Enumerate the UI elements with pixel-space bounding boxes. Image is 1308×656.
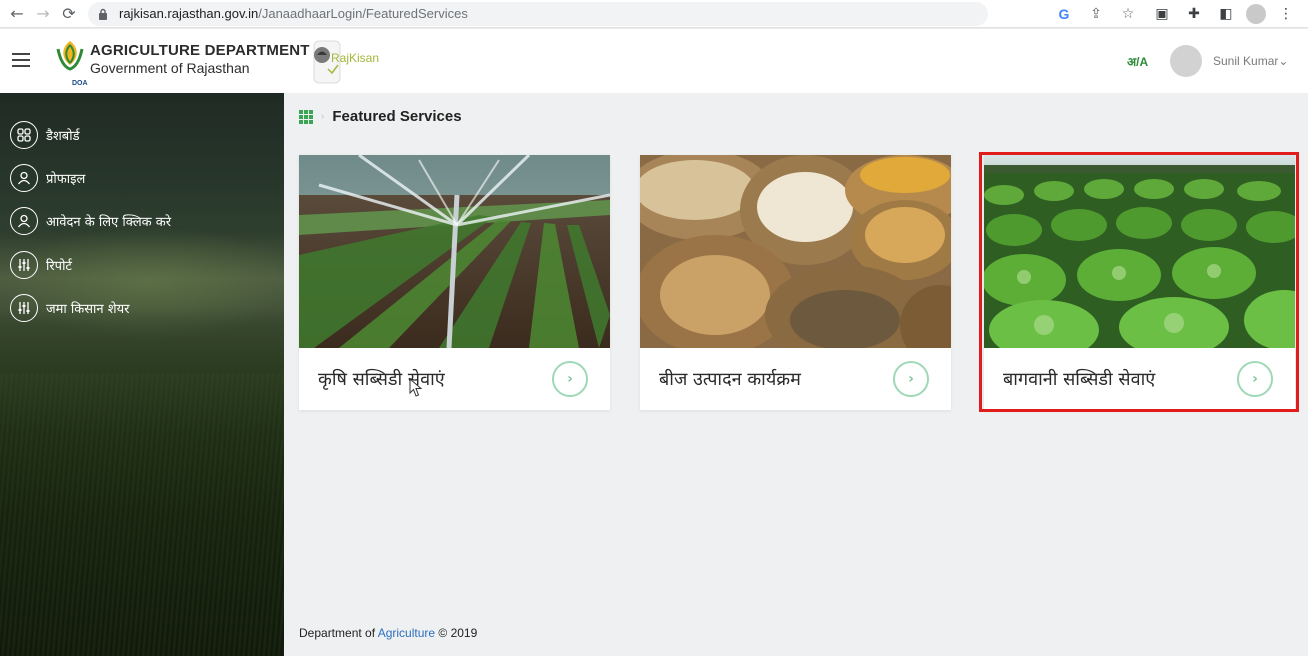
puzzle-icon[interactable]: ✚ (1182, 2, 1206, 26)
extension-icon[interactable]: ▣ (1150, 2, 1174, 26)
apps-grid-icon[interactable] (299, 109, 313, 124)
kebab-menu-icon[interactable]: ⋮ (1274, 2, 1298, 26)
sidebar-item-dashboard[interactable]: डैशबोर्ड (10, 121, 80, 149)
app-header: DOA AGRICULTURE DEPARTMENT Government of… (0, 29, 1308, 93)
rajkisan-label: RajKisan (331, 51, 380, 65)
service-card-agri-subsidy[interactable]: कृषि सब्सिडी सेवाएं › (299, 155, 610, 410)
breadcrumb: › Featured Services (299, 108, 462, 125)
chevron-right-icon[interactable]: › (893, 361, 929, 397)
sidebar: डैशबोर्ड प्रोफाइल आवेदन के लिए क्लिक करे… (0, 93, 284, 656)
footer-copyright: Department of Agriculture © 2019 (299, 626, 477, 640)
department-subtitle: Government of Rajasthan (90, 60, 250, 76)
url-path: /JanaadhaarLogin/FeaturedServices (258, 6, 468, 21)
logo-badge: DOA (72, 80, 88, 87)
main-content: › Featured Services कृषि सब्सिडी सेवाएं … (284, 93, 1308, 656)
address-bar[interactable]: rajkisan.rajasthan.gov.in/JanaadhaarLogi… (88, 1, 988, 26)
page-title: Featured Services (332, 108, 462, 125)
department-title: AGRICULTURE DEPARTMENT (90, 42, 310, 59)
user-avatar[interactable] (1170, 45, 1202, 77)
sidebar-item-label: जमा किसान शेयर (46, 302, 130, 317)
language-toggle[interactable]: अ/A (1127, 53, 1148, 70)
sidebar-item-label: डैशबोर्ड (46, 129, 80, 144)
sidebar-item-report[interactable]: रिपोर्ट (10, 251, 72, 279)
chevron-right-icon[interactable]: › (552, 361, 588, 397)
hamburger-menu-icon[interactable] (12, 53, 30, 67)
card-image-seed-sacks (640, 155, 951, 348)
sidebar-background-grass (0, 373, 284, 656)
browser-toolbar: ← → ⟳ rajkisan.rajasthan.gov.in/Janaadha… (0, 0, 1308, 28)
user-menu[interactable]: Sunil Kumar⌄ (1213, 54, 1288, 68)
card-label: बागवानी सब्सिडी सेवाएं (1003, 369, 1156, 390)
chevron-right-icon[interactable]: › (1237, 361, 1273, 397)
card-footer: बीज उत्पादन कार्यक्रम › (640, 348, 951, 410)
back-arrow-icon[interactable]: ← (4, 1, 30, 27)
sidebar-item-label: प्रोफाइल (46, 172, 86, 187)
card-image-irrigation (299, 155, 610, 348)
dashboard-icon (10, 121, 38, 149)
browser-profile-avatar[interactable] (1246, 4, 1266, 24)
footer-prefix: Department of (299, 626, 378, 640)
share-icon (10, 294, 38, 322)
forward-arrow-icon[interactable]: → (30, 1, 56, 27)
bookmark-star-icon[interactable]: ☆ (1116, 2, 1140, 26)
sidepanel-icon[interactable]: ◧ (1214, 2, 1238, 26)
sidebar-item-share[interactable]: जमा किसान शेयर (10, 294, 129, 322)
card-footer: बागवानी सब्सिडी सेवाएं › (984, 348, 1295, 410)
google-icon[interactable]: G (1052, 2, 1076, 26)
chevron-down-icon: ⌄ (1278, 54, 1289, 68)
footer-link[interactable]: Agriculture (378, 626, 435, 640)
reload-icon[interactable]: ⟳ (56, 1, 82, 27)
lock-icon (98, 8, 109, 20)
footer-suffix: © 2019 (435, 626, 478, 640)
sidebar-item-label: आवेदन के लिए क्लिक करे (46, 215, 172, 230)
card-footer: कृषि सब्सिडी सेवाएं › (299, 348, 610, 410)
service-card-seed-production[interactable]: बीज उत्पादन कार्यक्रम › (640, 155, 951, 410)
report-icon (10, 251, 38, 279)
url-host: rajkisan.rajasthan.gov.in (119, 6, 259, 21)
user-name: Sunil Kumar (1213, 54, 1279, 68)
sidebar-item-apply[interactable]: आवेदन के लिए क्लिक करे (10, 207, 171, 235)
card-label: कृषि सब्सिडी सेवाएं (318, 369, 445, 390)
service-card-horticulture-subsidy[interactable]: बागवानी सब्सिडी सेवाएं › (984, 155, 1295, 410)
profile-icon (10, 164, 38, 192)
share-page-icon[interactable]: ⇪ (1084, 2, 1108, 26)
mouse-cursor-icon (409, 378, 423, 397)
department-logo: DOA (56, 41, 88, 87)
card-label: बीज उत्पादन कार्यक्रम (659, 369, 801, 390)
apply-icon (10, 207, 38, 235)
sidebar-item-label: रिपोर्ट (46, 259, 72, 274)
card-image-cabbage-field (984, 155, 1295, 348)
breadcrumb-separator-icon: › (321, 111, 325, 122)
sidebar-item-profile[interactable]: प्रोफाइल (10, 164, 85, 192)
